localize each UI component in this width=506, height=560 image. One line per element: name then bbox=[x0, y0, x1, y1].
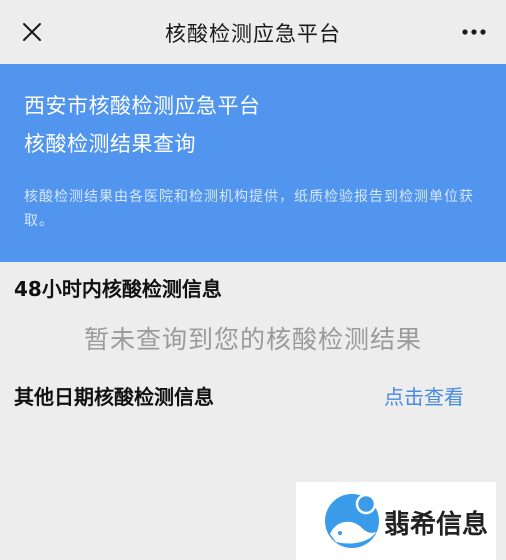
mouse-logo-icon bbox=[325, 493, 379, 548]
banner-subtitle: 核酸检测结果查询 bbox=[24, 132, 196, 156]
empty-result-message: 暂未查询到您的核酸检测结果 bbox=[83, 325, 422, 354]
page-title: 核酸检测应急平台 bbox=[165, 22, 341, 46]
other-dates-label: 其他日期核酸检测信息 bbox=[14, 385, 214, 409]
banner-title: 西安市核酸检测应急平台 bbox=[24, 94, 261, 118]
more-button[interactable] bbox=[456, 18, 492, 46]
more-icon bbox=[462, 29, 486, 35]
nav-bar: 核酸检测应急平台 bbox=[0, 0, 506, 64]
view-other-dates-link[interactable]: 点击查看 bbox=[384, 381, 464, 410]
header-banner: 西安市核酸检测应急平台 核酸检测结果查询 核酸检测结果由各医院和检测机构提供，纸… bbox=[0, 64, 506, 262]
watermark-text: 翡希信息 bbox=[384, 510, 489, 540]
recent-results-heading: 48小时内核酸检测信息 bbox=[14, 277, 222, 301]
banner-notice: 核酸检测结果由各医院和检测机构提供，纸质检验报告到检测单位获取。 bbox=[24, 189, 474, 229]
watermark: 翡希信息 bbox=[296, 482, 496, 560]
